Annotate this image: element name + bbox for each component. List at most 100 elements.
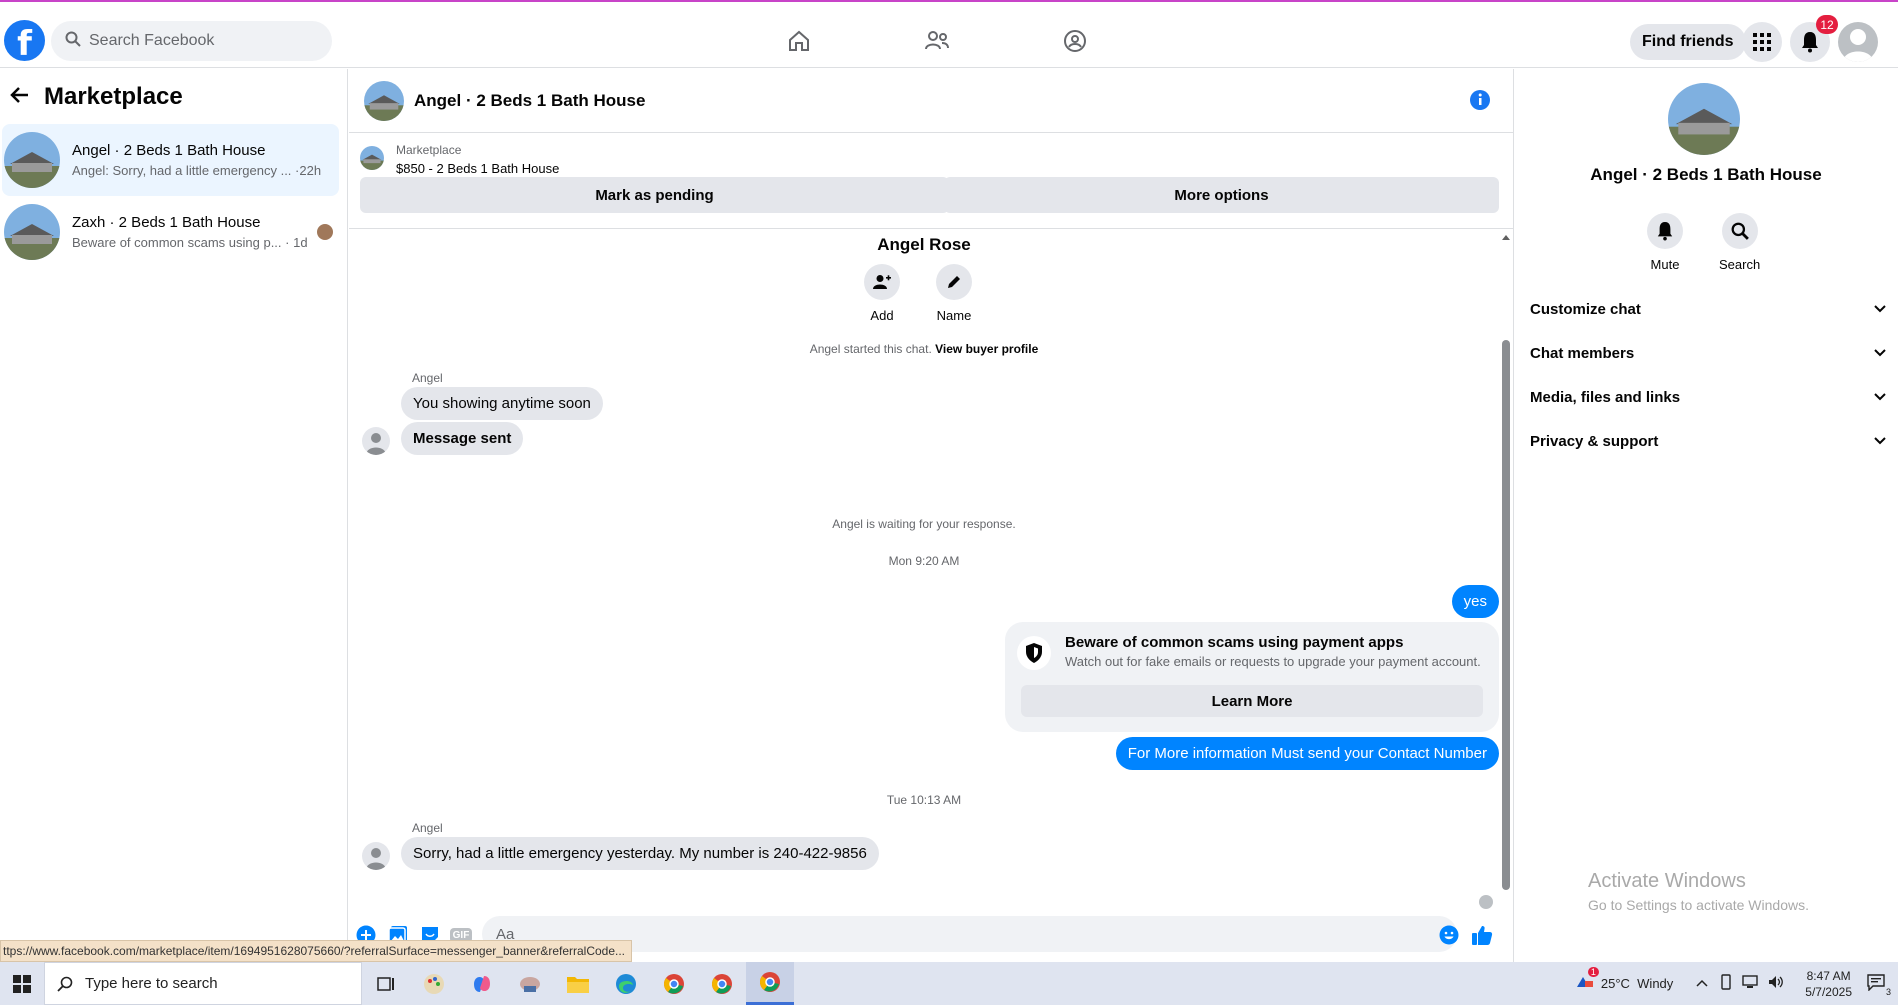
more-options-button[interactable]: More options bbox=[944, 177, 1499, 213]
scroll-up-icon[interactable] bbox=[1500, 232, 1512, 242]
chat-details-panel: Angel · 2 Beds 1 Bath House Mute Search … bbox=[1513, 69, 1898, 962]
taskbar-search-box[interactable]: Type here to search bbox=[44, 962, 362, 1005]
incoming-message[interactable]: Message sent bbox=[401, 422, 524, 455]
grid-icon bbox=[1753, 33, 1771, 51]
started-text: Angel started this chat. bbox=[809, 342, 932, 356]
menu-grid-button[interactable] bbox=[1742, 22, 1782, 62]
scam-warning-title: Beware of common scams using payment app… bbox=[1065, 634, 1404, 651]
page-title: Marketplace bbox=[44, 82, 183, 110]
app-icon[interactable] bbox=[506, 962, 554, 1005]
pencil-icon bbox=[948, 276, 960, 288]
back-arrow-icon[interactable] bbox=[10, 86, 30, 108]
chrome-profile-icon[interactable] bbox=[698, 962, 746, 1005]
chrome-active-icon[interactable] bbox=[746, 962, 794, 1005]
section-label: Chat members bbox=[1530, 344, 1635, 362]
chat-title[interactable]: Angel · 2 Beds 1 Bath House bbox=[414, 91, 645, 111]
conversation-list-panel: Marketplace Angel · 2 Beds 1 Bath House … bbox=[0, 69, 348, 962]
paint-app-icon[interactable] bbox=[410, 962, 458, 1005]
weather-badge: 1 bbox=[1587, 967, 1599, 977]
emoji-icon[interactable] bbox=[1438, 924, 1460, 946]
customize-chat-section[interactable]: Customize chat bbox=[1530, 289, 1887, 329]
network-icon[interactable] bbox=[1741, 974, 1759, 993]
clock-time: 8:47 AM bbox=[1806, 968, 1851, 983]
thumbs-up-icon[interactable] bbox=[1471, 924, 1493, 946]
scam-warning-card: Beware of common scams using payment app… bbox=[1005, 622, 1499, 732]
chat-started-notice: Angel started this chat. View buyer prof… bbox=[349, 342, 1499, 356]
conversation-item[interactable]: Zaxh · 2 Beds 1 Bath House Beware of com… bbox=[2, 196, 339, 268]
sender-avatar bbox=[362, 427, 390, 455]
windows-logo-icon bbox=[13, 974, 31, 993]
taskbar-clock[interactable]: 8:47 AM 5/7/2025 bbox=[1805, 968, 1852, 1000]
name-label: Name bbox=[936, 308, 972, 323]
copilot-app-icon[interactable] bbox=[458, 962, 506, 1005]
mark-as-pending-button[interactable]: Mark as pending bbox=[360, 177, 949, 213]
listing-thumbnail bbox=[4, 132, 60, 188]
search-placeholder: Search Facebook bbox=[89, 32, 215, 49]
section-label: Customize chat bbox=[1530, 300, 1641, 318]
incoming-message[interactable]: Sorry, had a little emergency yesterday.… bbox=[401, 837, 879, 870]
chat-avatar bbox=[1668, 83, 1740, 155]
watermark-subtitle: Go to Settings to activate Windows. bbox=[1588, 897, 1809, 913]
participant-avatar bbox=[317, 224, 333, 240]
system-tray: 1 25°C Windy 8:47 AM 5/7/2025 3 bbox=[1575, 962, 1898, 1005]
chrome-profile-icon[interactable] bbox=[650, 962, 698, 1005]
device-icon[interactable] bbox=[1719, 974, 1733, 993]
listing-thumbnail bbox=[4, 204, 60, 260]
conversation-name: Angel · 2 Beds 1 Bath House bbox=[72, 142, 266, 159]
notification-center-icon[interactable]: 3 bbox=[1866, 973, 1891, 997]
privacy-support-section[interactable]: Privacy & support bbox=[1530, 421, 1887, 461]
conversation-item[interactable]: Angel · 2 Beds 1 Bath House Angel: Sorry… bbox=[2, 124, 339, 196]
weather-alert-icon[interactable]: 1 bbox=[1575, 967, 1599, 994]
search-input[interactable]: Search Facebook bbox=[51, 21, 332, 61]
sender-name: Angel bbox=[412, 821, 443, 835]
scam-warning-text: Watch out for fake emails or requests to… bbox=[1065, 654, 1481, 669]
notification-center-count: 3 bbox=[1885, 987, 1891, 997]
top-navigation-bar: f Search Facebook Find friends 12 bbox=[0, 0, 1898, 68]
profile-name: Angel Rose bbox=[877, 235, 971, 254]
mute-button[interactable]: Mute bbox=[1647, 213, 1683, 272]
volume-icon[interactable] bbox=[1767, 974, 1785, 993]
add-button[interactable]: Add bbox=[864, 264, 900, 323]
info-icon[interactable] bbox=[1469, 89, 1491, 115]
seen-indicator-avatar bbox=[1479, 895, 1493, 909]
account-avatar[interactable] bbox=[1838, 22, 1878, 62]
chat-members-section[interactable]: Chat members bbox=[1530, 333, 1887, 373]
scroll-thumb[interactable] bbox=[1502, 340, 1510, 890]
windows-start-button[interactable] bbox=[0, 962, 44, 1005]
chat-scrollbar[interactable] bbox=[1499, 230, 1512, 968]
name-button[interactable]: Name bbox=[936, 264, 972, 323]
chat-panel: Angel · 2 Beds 1 Bath House Marketplace … bbox=[349, 69, 1513, 968]
listing-thumbnail bbox=[360, 146, 384, 170]
listing-banner: Marketplace $850 - 2 Beds 1 Bath House M… bbox=[349, 133, 1513, 229]
search-label: Search bbox=[1719, 257, 1761, 272]
outgoing-message[interactable]: For More information Must send your Cont… bbox=[1115, 737, 1499, 770]
add-person-icon bbox=[873, 275, 891, 289]
notifications-button[interactable]: 12 bbox=[1790, 15, 1838, 62]
conversation-preview: Beware of common scams using p... · 1d bbox=[72, 235, 308, 250]
clock-date: 5/7/2025 bbox=[1805, 984, 1852, 999]
incoming-message[interactable]: You showing anytime soon bbox=[401, 387, 603, 420]
activate-windows-watermark: Activate Windows Go to Settings to activ… bbox=[1588, 870, 1809, 913]
groups-icon[interactable] bbox=[1056, 22, 1094, 60]
friends-icon[interactable] bbox=[918, 22, 956, 60]
edge-browser-icon[interactable] bbox=[602, 962, 650, 1005]
outgoing-message[interactable]: yes bbox=[1451, 585, 1499, 618]
section-label: Privacy & support bbox=[1530, 432, 1659, 450]
listing-price[interactable]: $850 - 2 Beds 1 Bath House bbox=[396, 161, 559, 176]
task-view-icon[interactable] bbox=[362, 962, 410, 1005]
notification-count-badge: 12 bbox=[1816, 15, 1838, 34]
media-files-links-section[interactable]: Media, files and links bbox=[1530, 377, 1887, 417]
chevron-up-icon[interactable] bbox=[1695, 976, 1709, 991]
learn-more-button[interactable]: Learn More bbox=[1021, 685, 1483, 717]
conversation-name: Zaxh · 2 Beds 1 Bath House bbox=[72, 214, 261, 231]
file-explorer-icon[interactable] bbox=[554, 962, 602, 1005]
find-friends-button[interactable]: Find friends bbox=[1630, 24, 1746, 60]
chat-details-name: Angel · 2 Beds 1 Bath House bbox=[1590, 165, 1822, 184]
home-icon[interactable] bbox=[780, 22, 818, 60]
chat-thumbnail[interactable] bbox=[364, 80, 404, 121]
mute-label: Mute bbox=[1650, 257, 1680, 272]
search-in-chat-button[interactable]: Search bbox=[1719, 213, 1760, 272]
view-buyer-profile-link[interactable]: View buyer profile bbox=[935, 342, 1038, 356]
facebook-logo[interactable]: f bbox=[4, 20, 45, 61]
weather-text[interactable]: 25°C Windy bbox=[1601, 976, 1673, 991]
